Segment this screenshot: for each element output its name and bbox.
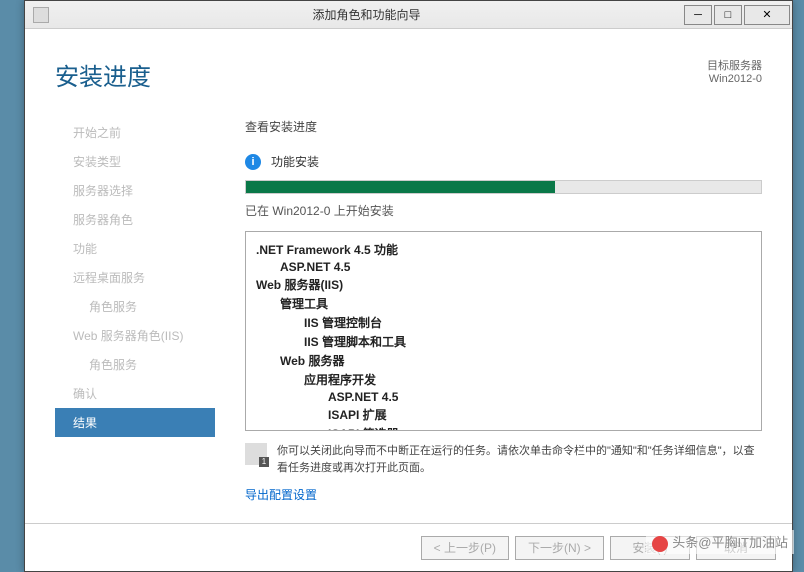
target-label: 目标服务器 <box>707 57 762 73</box>
page-title: 安装进度 <box>55 57 151 92</box>
sidebar-item: 服务器角色 <box>55 205 215 234</box>
sidebar: 开始之前安装类型服务器选择服务器角色功能远程桌面服务角色服务Web 服务器角色(… <box>55 110 215 490</box>
window-title: 添加角色和功能向导 <box>49 6 684 23</box>
status-row: i 功能安装 <box>245 153 762 170</box>
progress-bar <box>245 180 762 194</box>
minimize-button[interactable]: ─ <box>684 5 712 25</box>
status-text: 功能安装 <box>271 153 319 170</box>
sidebar-item: 结果 <box>55 408 215 437</box>
feature-list[interactable]: .NET Framework 4.5 功能ASP.NET 4.5Web 服务器(… <box>245 231 762 431</box>
hint-text: 你可以关闭此向导而不中断正在运行的任务。请依次单击命令栏中的"通知"和"任务详细… <box>277 443 762 476</box>
wizard-window: 添加角色和功能向导 ─ □ ✕ 安装进度 目标服务器 Win2012-0 开始之… <box>24 0 793 572</box>
prev-button[interactable]: < 上一步(P) <box>421 536 509 560</box>
sidebar-item: 开始之前 <box>55 118 215 147</box>
sidebar-item: Web 服务器角色(IIS) <box>55 321 215 350</box>
header: 安装进度 目标服务器 Win2012-0 <box>25 29 792 110</box>
hint-row: 1 你可以关闭此向导而不中断正在运行的任务。请依次单击命令栏中的"通知"和"任务… <box>245 443 762 476</box>
sidebar-item: 角色服务 <box>55 350 215 379</box>
export-config-link[interactable]: 导出配置设置 <box>245 486 317 503</box>
content-panel: 查看安装进度 i 功能安装 已在 Win2012-0 上开始安装 .NET Fr… <box>215 110 792 490</box>
close-button[interactable]: ✕ <box>744 5 790 25</box>
sidebar-item: 确认 <box>55 379 215 408</box>
sidebar-item: 安装类型 <box>55 147 215 176</box>
body: 开始之前安装类型服务器选择服务器角色功能远程桌面服务角色服务Web 服务器角色(… <box>25 110 792 490</box>
feature-item: Web 服务器 <box>256 351 751 370</box>
feature-item: 应用程序开发 <box>256 370 751 389</box>
feature-item: Web 服务器(IIS) <box>256 275 751 294</box>
sidebar-item: 功能 <box>55 234 215 263</box>
progress-caption: 已在 Win2012-0 上开始安装 <box>245 202 762 219</box>
feature-item: IIS 管理脚本和工具 <box>256 332 751 351</box>
target-value: Win2012-0 <box>707 73 762 85</box>
feature-item: ISAPI 筛选器 <box>256 424 751 431</box>
maximize-button[interactable]: □ <box>714 5 742 25</box>
titlebar: 添加角色和功能向导 ─ □ ✕ <box>25 1 792 29</box>
watermark-logo-icon <box>652 536 668 552</box>
progress-fill <box>246 181 555 193</box>
watermark: 头条@平胸IT加油站 <box>646 530 794 554</box>
feature-item: 管理工具 <box>256 294 751 313</box>
sidebar-item: 服务器选择 <box>55 176 215 205</box>
content-title: 查看安装进度 <box>245 118 762 135</box>
feature-item: IIS 管理控制台 <box>256 313 751 332</box>
feature-item: ASP.NET 4.5 <box>256 259 751 275</box>
target-server-info: 目标服务器 Win2012-0 <box>707 57 762 85</box>
next-button[interactable]: 下一步(N) > <box>515 536 604 560</box>
sidebar-item: 远程桌面服务 <box>55 263 215 292</box>
info-icon: i <box>245 154 261 170</box>
window-icon <box>33 7 49 23</box>
flag-icon: 1 <box>245 443 267 465</box>
sidebar-item: 角色服务 <box>55 292 215 321</box>
feature-item: ISAPI 扩展 <box>256 405 751 424</box>
feature-item: ASP.NET 4.5 <box>256 389 751 405</box>
window-controls: ─ □ ✕ <box>684 5 792 25</box>
feature-item: .NET Framework 4.5 功能 <box>256 240 751 259</box>
